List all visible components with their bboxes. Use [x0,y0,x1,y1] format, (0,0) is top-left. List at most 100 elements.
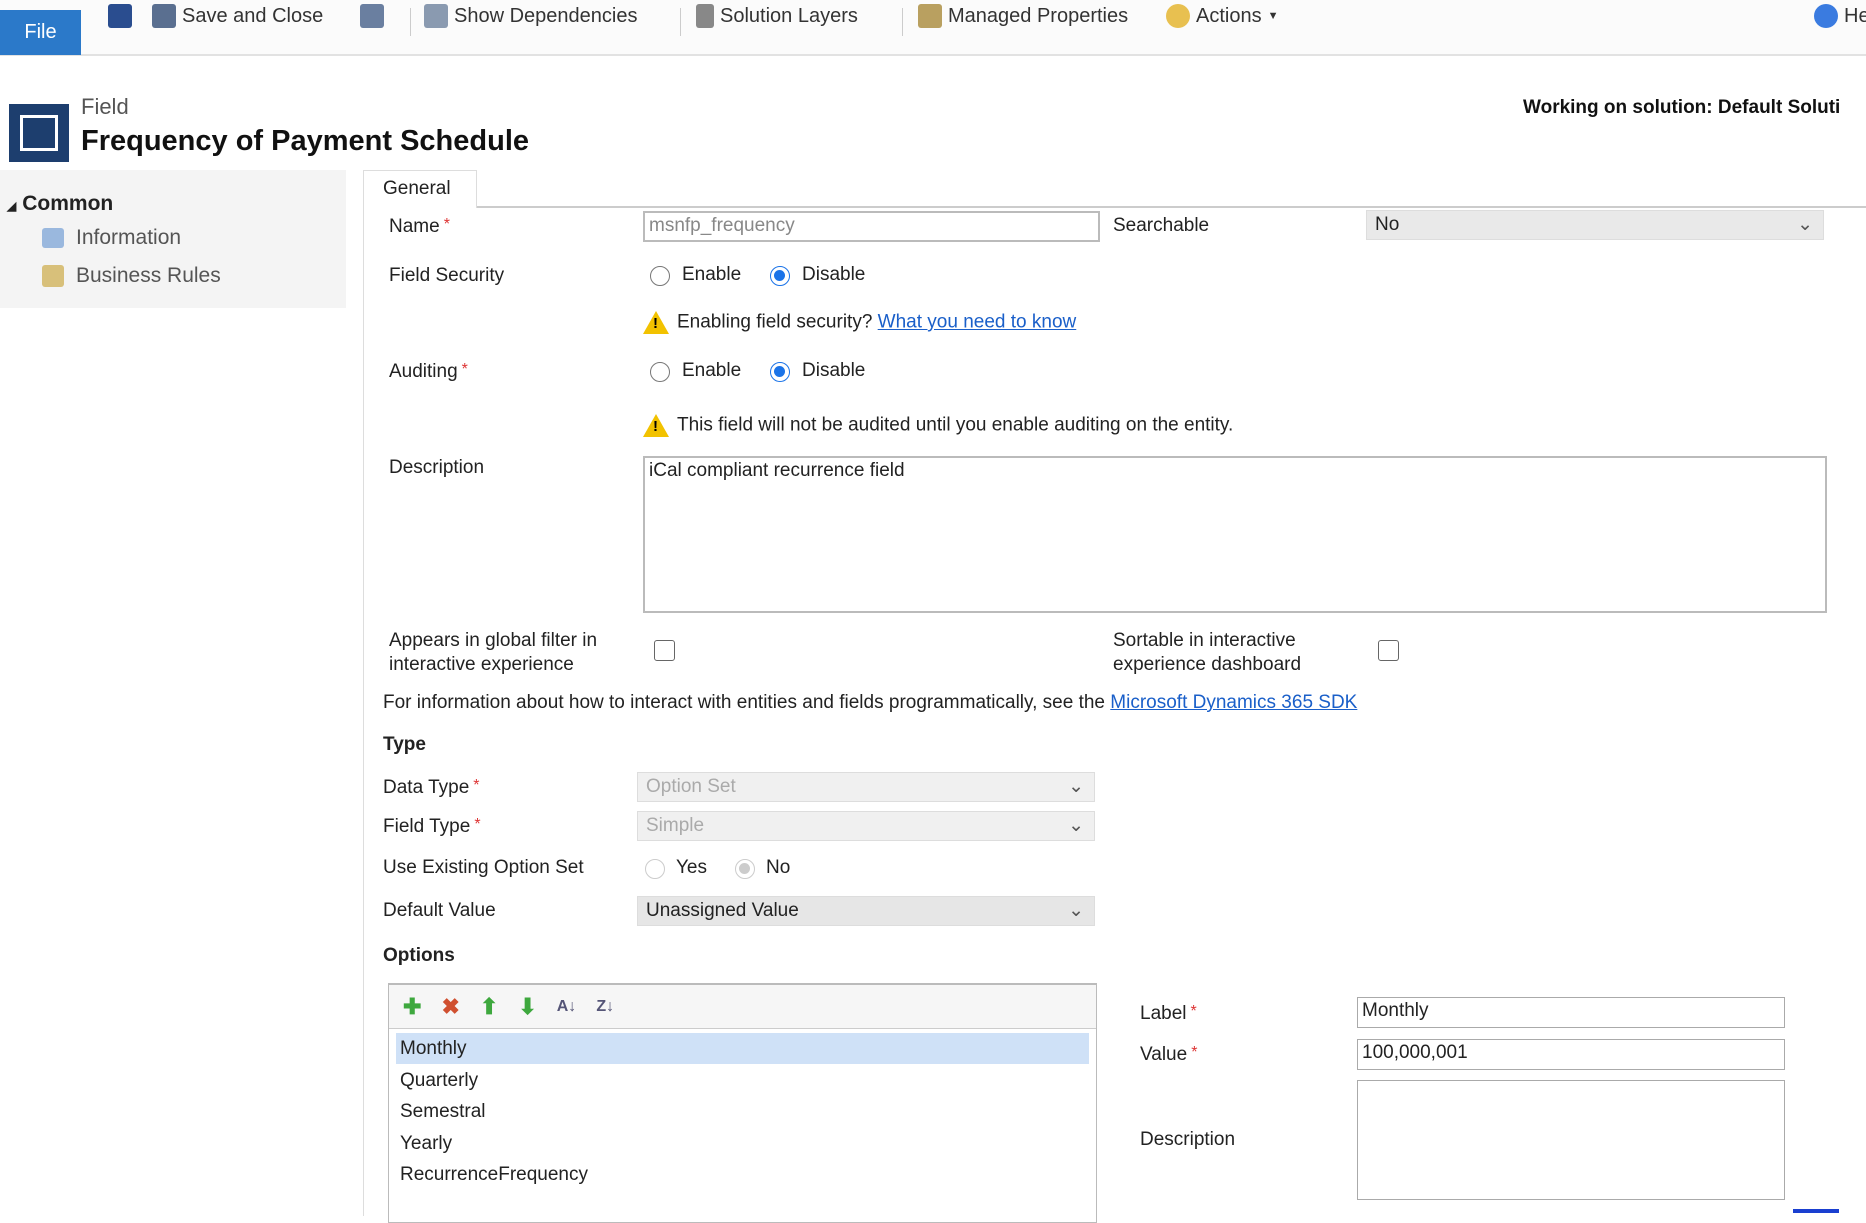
option-item[interactable]: Quarterly [400,1070,478,1092]
name-label: Name * [389,216,450,237]
managed-properties-button[interactable]: Managed Properties [918,4,1128,28]
save-close-label: Save and Close [182,4,324,27]
add-option-icon[interactable]: ✚ [403,994,421,1020]
save-close-icon [152,4,176,28]
options-heading: Options [383,945,455,966]
ribbon-toolbar: File Save and Close Show Dependencies So… [0,0,1866,56]
selected-option-highlight [396,1033,1089,1064]
sort-ascending-icon[interactable]: A↓ [557,998,577,1016]
sdk-info: For information about how to interact wi… [383,692,1358,713]
help-label: He [1844,4,1866,27]
sidebar-item-information[interactable]: Information [42,226,181,250]
sortable-checkbox[interactable] [1378,640,1399,661]
option-item[interactable]: Monthly [400,1038,467,1060]
options-box: ✚ ✖ ⬆ ⬇ A↓ Z↓ [388,983,1097,1223]
business-rules-icon [42,265,64,288]
option-description-textarea[interactable] [1357,1080,1785,1200]
actions-button[interactable]: Actions ▼ [1166,4,1278,28]
save-button[interactable] [108,4,132,28]
auditing-warning: This field will not be audited until you… [643,414,1233,437]
field-entity-icon [9,104,69,162]
what-you-need-to-know-link[interactable]: What you need to know [878,312,1077,333]
option-item[interactable]: RecurrenceFrequency [400,1164,588,1186]
default-value-label: Default Value [383,900,496,921]
global-filter-checkbox[interactable] [654,640,675,661]
tab-general[interactable]: General [363,170,477,208]
option-value-label: Value * [1140,1044,1198,1065]
field-security-label: Field Security [389,265,505,286]
dependencies-icon [424,4,448,28]
entity-type-label: Field [81,94,129,119]
dropdown-arrow-icon: ▼ [1267,10,1279,22]
sdk-link[interactable]: Microsoft Dynamics 365 SDK [1110,692,1357,713]
type-heading: Type [383,734,426,755]
solution-label: Working on solution: Default Soluti [1523,97,1841,118]
field-type-select[interactable]: Simple ⌄ [637,811,1095,841]
chevron-down-icon: ⌄ [1068,776,1084,797]
collapse-icon: ◢ [7,199,17,213]
chevron-down-icon: ⌄ [1797,214,1813,235]
sortable-label: Sortable in interactive experience dashb… [1113,630,1302,675]
auditing-label: Auditing * [389,361,468,382]
publish-button[interactable] [360,4,384,28]
disable-label: Disable [802,264,866,285]
show-dependencies-button[interactable]: Show Dependencies [424,4,637,28]
managed-properties-label: Managed Properties [948,4,1129,27]
move-up-icon[interactable]: ⬆ [480,994,498,1020]
description-textarea[interactable]: iCal compliant recurrence field [643,456,1827,613]
information-icon [42,228,64,249]
use-existing-label: Use Existing Option Set [383,857,584,878]
layers-icon [696,4,714,28]
enable-label: Enable [682,264,742,285]
description-label: Description [389,457,485,478]
sidebar-item-label: Information [76,226,182,249]
warning-icon [643,311,669,334]
show-dependencies-label: Show Dependencies [454,4,638,27]
auditing-disable-radio[interactable] [770,362,790,382]
save-icon [108,4,132,28]
data-type-label: Data Type * [383,777,480,798]
option-item[interactable]: Yearly [400,1133,452,1155]
sidebar-group-common[interactable]: ◢ Common [7,192,113,216]
sidebar: ◢ Common Information Business Rules [0,170,346,308]
yes-label: Yes [676,857,707,878]
data-type-select[interactable]: Option Set ⌄ [637,772,1095,802]
sidebar-item-label: Business Rules [76,264,221,287]
option-label-input[interactable]: Monthly [1357,997,1785,1028]
page-title: Frequency of Payment Schedule [81,125,530,157]
warning-icon [643,414,669,437]
field-security-enable-radio[interactable] [650,266,670,286]
name-input[interactable]: msnfp_frequency [643,211,1100,242]
chevron-down-icon: ⌄ [1068,900,1084,921]
move-down-icon[interactable]: ⬇ [518,994,536,1020]
option-value-input[interactable]: 100,000,001 [1357,1039,1785,1070]
option-item[interactable]: Semestral [400,1101,486,1123]
default-value-select[interactable]: Unassigned Value ⌄ [637,896,1095,926]
save-and-close-button[interactable]: Save and Close [152,4,323,28]
field-security-disable-radio[interactable] [770,266,790,286]
delete-option-icon[interactable]: ✖ [441,994,459,1020]
use-existing-no-radio[interactable] [735,859,755,879]
auditing-enable-radio[interactable] [650,362,670,382]
file-button[interactable]: File [0,10,81,55]
field-security-warning: Enabling field security? What you need t… [643,311,1076,334]
enable-label: Enable [682,360,742,381]
sidebar-item-business-rules[interactable]: Business Rules [42,264,221,288]
solution-layers-button[interactable]: Solution Layers [696,4,858,28]
searchable-label: Searchable [1113,215,1210,236]
help-button[interactable]: He [1814,4,1866,28]
sort-descending-icon[interactable]: Z↓ [596,998,614,1016]
no-label: No [766,857,791,878]
disable-label: Disable [802,360,866,381]
option-label-label: Label * [1140,1003,1197,1024]
field-type-label: Field Type * [383,816,481,837]
option-description-label: Description [1140,1129,1236,1150]
scroll-indicator [1793,1209,1839,1213]
use-existing-yes-radio[interactable] [645,859,665,879]
sidebar-group-label: Common [22,192,114,215]
actions-icon [1166,4,1190,28]
solution-layers-label: Solution Layers [720,4,858,27]
help-icon [1814,4,1838,28]
searchable-select[interactable]: No ⌄ [1366,210,1824,240]
global-filter-label: Appears in global filter in interactive … [389,630,598,675]
